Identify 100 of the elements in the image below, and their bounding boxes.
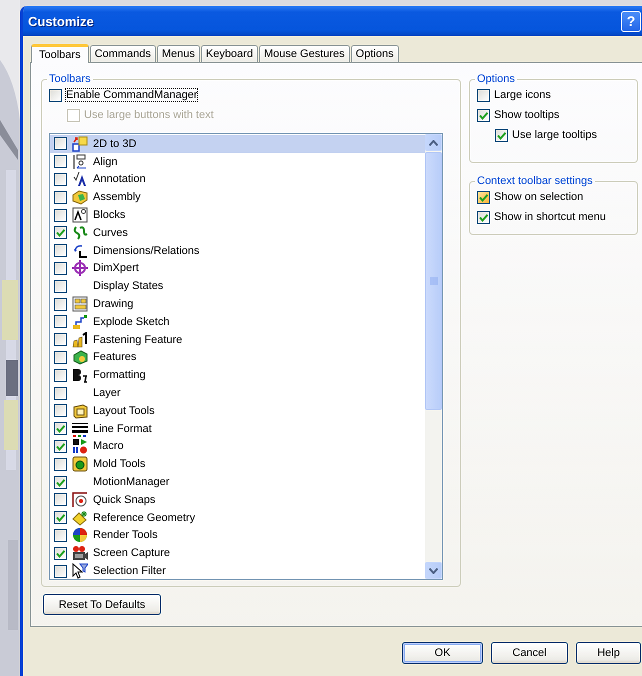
check-icon [55,440,66,452]
list-item[interactable]: Layer [50,384,425,402]
list-item[interactable]: Render Tools [50,526,425,544]
feature-icon [72,349,88,366]
list-item[interactable]: Fastening Feature [50,330,425,349]
checkbox[interactable] [54,511,67,524]
checkbox[interactable] [54,493,67,506]
tab[interactable]: Menus [156,45,200,62]
checkbox[interactable] [54,440,67,453]
checkbox-label: Show on selection [494,191,584,203]
list-item[interactable]: DimXpert [50,260,425,278]
item-label: Formatting [93,369,146,382]
dialog-button[interactable]: Cancel [491,642,568,664]
checkbox[interactable] [54,333,67,346]
list-item[interactable]: Curves [50,224,425,242]
checkbox[interactable] [54,155,67,168]
align-icon [72,154,88,170]
list-item[interactable]: Display States [50,277,425,296]
checkbox[interactable] [477,190,490,204]
item-label: Line Format [93,422,152,435]
list-item[interactable]: Layout Tools [50,402,425,420]
item-label: Mold Tools [93,458,146,470]
list-item[interactable]: Annotation [50,170,425,188]
checkbox[interactable] [54,226,67,240]
checkbox[interactable] [54,404,67,418]
check-icon [55,476,66,488]
camera-icon [72,545,88,562]
crosshair-icon [72,260,88,276]
fastener-icon [72,332,88,348]
checkbox[interactable] [54,368,67,382]
list-item[interactable]: Mold Tools [50,455,425,474]
sphere-icon [72,527,88,544]
check-icon [478,192,489,202]
dialog-button[interactable]: Help [576,642,641,664]
list-item[interactable]: Drawing [50,295,425,313]
list-item[interactable]: Blocks [50,206,425,224]
list-item[interactable]: Reference Geometry [50,508,425,527]
list-item[interactable]: Explode Sketch [50,312,425,331]
checkbox[interactable] [54,208,67,222]
item-label: Curves [93,226,128,239]
help-button[interactable]: ? [621,10,641,32]
checkbox[interactable] [54,422,67,436]
list-item[interactable]: Features [50,348,425,366]
checkbox[interactable] [54,190,67,204]
checkbox[interactable] [477,88,490,102]
list-item[interactable]: Screen Capture [50,544,425,562]
checkbox[interactable] [495,128,508,142]
item-label: Assembly [93,191,141,204]
list-item[interactable]: Assembly [50,188,425,206]
list-item[interactable]: Quick Snaps [50,490,425,509]
list-item[interactable]: Selection Filter [50,562,425,579]
target-icon [72,492,88,508]
list-item[interactable]: Dimensions/Relations [50,242,425,260]
item-label: Selection Filter [93,565,166,578]
checkbox[interactable] [54,546,67,560]
item-label: Display States [93,280,164,292]
tab[interactable]: Options [350,45,399,62]
checkbox[interactable] [477,108,490,122]
item-label: Dimensions/Relations [93,244,200,257]
list-item[interactable]: 2D to 3D [50,135,425,153]
checkbox[interactable] [54,528,67,542]
tab[interactable]: Mouse Gestures [258,45,350,62]
list-item[interactable]: Align [50,152,425,171]
checkbox[interactable] [54,137,67,150]
checkbox[interactable] [54,386,67,400]
checkbox[interactable] [54,315,67,328]
check-icon [496,130,507,140]
reset-button[interactable]: Reset To Defaults [43,594,161,615]
checkbox[interactable] [49,88,62,102]
item-label: Reference Geometry [93,512,196,524]
squares-icon [72,136,88,152]
checkbox[interactable] [477,210,490,224]
list-item[interactable]: Formatting [50,366,425,384]
item-label: Features [93,351,136,364]
scrollbar[interactable] [425,134,442,579]
checkbox[interactable] [54,298,67,311]
dialog-button[interactable]: OK [402,642,483,664]
checkbox[interactable] [54,172,67,186]
list-item[interactable]: Line Format [50,420,425,438]
item-label: Quick Snaps [93,494,156,506]
checkbox[interactable] [54,262,67,275]
checkbox[interactable] [54,244,67,258]
checkbox-label: Use large tooltips [512,129,597,141]
tab[interactable]: Toolbars [31,44,89,63]
checkbox[interactable] [54,350,67,364]
item-label: Blocks [93,209,126,222]
check-icon [55,512,66,524]
item-label: MotionManager [93,476,170,488]
checkbox[interactable] [54,476,67,489]
list-item[interactable]: Macro [50,438,425,456]
list-item[interactable]: MotionManager [50,473,425,491]
checkbox[interactable] [54,564,67,578]
item-label: Layout Tools [93,404,155,417]
checkbox[interactable] [54,458,67,471]
tab[interactable]: Commands [90,45,156,62]
plane-icon [72,510,88,526]
curve-icon [72,224,88,241]
tab[interactable]: Keyboard [200,45,258,62]
item-label: Macro [93,440,124,452]
checkbox[interactable] [54,280,67,293]
